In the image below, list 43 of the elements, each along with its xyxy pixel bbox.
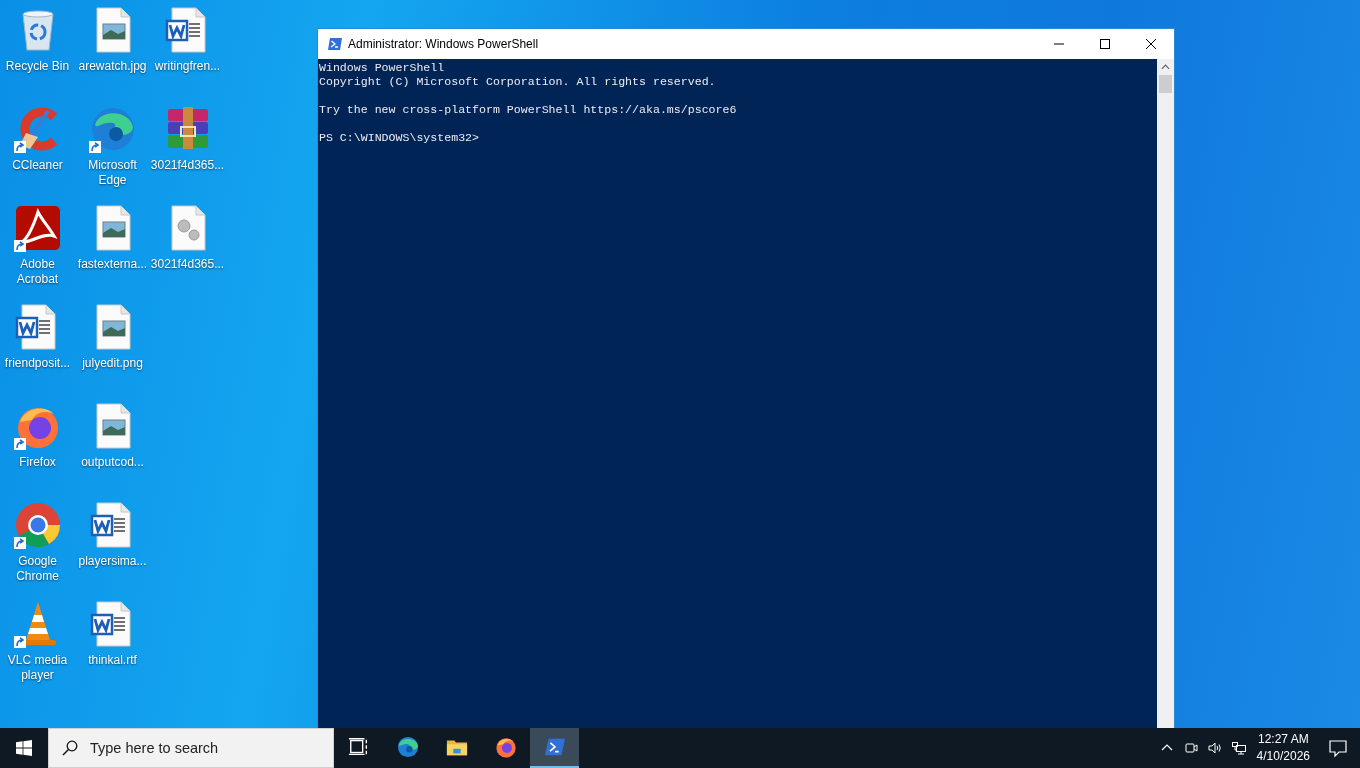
- browser-icon: [396, 736, 419, 758]
- pdf-icon: [13, 204, 62, 252]
- search-bar[interactable]: Type here to search: [48, 728, 334, 768]
- desktop-icon[interactable]: Recycle Bin: [0, 6, 75, 105]
- desktop-icon[interactable]: fastexterna...: [75, 204, 150, 303]
- desktop-icon[interactable]: playersima...: [75, 501, 150, 600]
- browser-icon: [13, 501, 62, 549]
- close-icon: [1146, 39, 1156, 49]
- desktop-icon[interactable]: friendposit...: [0, 303, 75, 402]
- network-icon[interactable]: [1230, 740, 1247, 756]
- clock[interactable]: 12:27 AM 4/10/2026: [1256, 731, 1310, 765]
- desktop-icon[interactable]: Adobe Acrobat: [0, 204, 75, 303]
- desktop-icon[interactable]: outputcod...: [75, 402, 150, 501]
- desktop-icon[interactable]: julyedit.png: [75, 303, 150, 402]
- task-view-icon: [347, 736, 370, 758]
- desktop-icon[interactable]: VLC media player: [0, 600, 75, 699]
- camera-icon[interactable]: [1182, 740, 1199, 756]
- windows-logo-icon: [16, 740, 32, 756]
- desktop-icon[interactable]: 3021f4d365...: [150, 105, 225, 204]
- scroll-up-icon[interactable]: [1161, 64, 1170, 70]
- desktop-icon[interactable]: Firefox: [0, 402, 75, 501]
- browser-icon: [494, 736, 517, 758]
- volume-icon[interactable]: [1206, 740, 1223, 756]
- desktop-icon[interactable]: thinkal.rtf: [75, 600, 150, 699]
- desktop-icon[interactable]: writingfren...: [150, 6, 225, 105]
- maximize-icon: [1100, 39, 1110, 49]
- console-line: Windows PowerShell: [319, 61, 446, 75]
- terminal-icon: [543, 736, 566, 758]
- desktop-icon[interactable]: arewatch.jpg: [75, 6, 150, 105]
- console-line: Copyright (C) Microsoft Corporation. All rights reserved.: [319, 75, 717, 89]
- terminal-icon: [327, 36, 343, 52]
- scrollbar[interactable]: [1157, 59, 1174, 728]
- desktop-icon[interactable]: CCleaner: [0, 105, 75, 204]
- console-line: Try the new cross-platform PowerShell https://aka.ms/pscore6: [319, 103, 738, 117]
- search-icon: [62, 740, 78, 756]
- notification-icon[interactable]: [1328, 738, 1348, 758]
- window-title: Administrator: Windows PowerShell: [348, 37, 539, 51]
- desktop-icon[interactable]: Microsoft Edge: [75, 105, 150, 204]
- scrollbar-thumb[interactable]: [1159, 75, 1172, 93]
- console-line: PS C:\WINDOWS\system32>: [319, 131, 481, 145]
- desktop-icon[interactable]: 3021f4d365...: [150, 204, 225, 303]
- desktop-icon[interactable]: Google Chrome: [0, 501, 75, 600]
- search-field[interactable]: Type here to search: [90, 740, 310, 756]
